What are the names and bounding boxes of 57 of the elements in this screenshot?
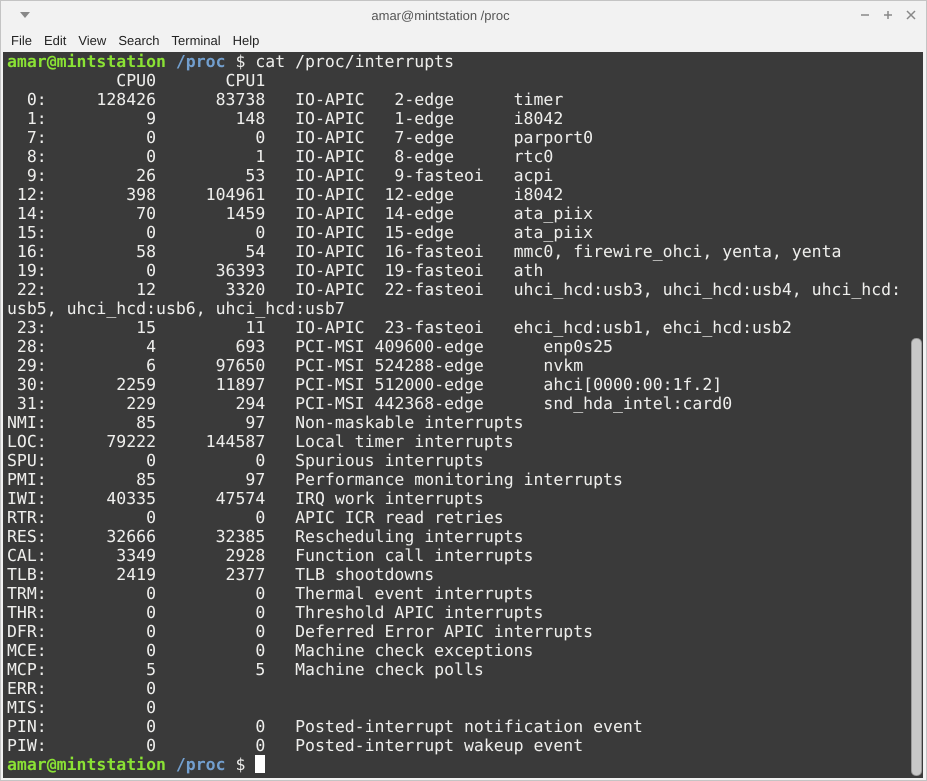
menu-item[interactable]: Search xyxy=(112,31,166,50)
output-line: 7: 0 0 IO-APIC 7-edge parport0 xyxy=(26,128,594,147)
output-line: 22: 12 3320 IO-APIC 22-fasteoi uhci_hcd:usb3, uhci_hcd:usb4, uhci_hcd: xyxy=(16,280,902,299)
menu-item[interactable]: Help xyxy=(226,31,266,50)
output-line: LOC: 79222 144587 Local timer interrupts xyxy=(7,432,514,451)
command-text: cat /proc/interrupts xyxy=(255,52,454,71)
menu-item[interactable]: File xyxy=(5,31,38,50)
prompt-user: amar@mintstation xyxy=(7,755,166,774)
plus-icon xyxy=(883,10,893,20)
output-line: 15: 0 0 IO-APIC 15-edge ata_piix xyxy=(16,223,594,242)
close-button[interactable] xyxy=(904,8,918,22)
output-line: TLB: 2419 2377 TLB shootdowns xyxy=(7,565,434,584)
output-line: 29: 6 97650 PCI-MSI 524288-edge nvkm xyxy=(16,356,584,375)
output-line: 14: 70 1459 IO-APIC 14-edge ata_piix xyxy=(16,204,594,223)
output-line: 23: 15 11 IO-APIC 23-fasteoi ehci_hcd:usb1, ehci_hcd:usb2 xyxy=(16,318,792,337)
output-line: THR: 0 0 Threshold APIC interrupts xyxy=(7,603,544,622)
menu-item[interactable]: View xyxy=(72,31,112,50)
prompt-path: /proc xyxy=(176,52,226,71)
output-line: CAL: 3349 2928 Function call interrupts xyxy=(7,546,534,565)
output-line: MIS: 0 xyxy=(7,698,156,717)
output-line: CPU0 CPU1 xyxy=(115,71,266,90)
prompt-symbol: $ xyxy=(235,52,246,71)
output-line: PIN: 0 0 Posted-interrupt notification event xyxy=(7,717,643,736)
output-line: PMI: 85 97 Performance monitoring interrupts xyxy=(7,470,623,489)
prompt-user: amar@mintstation xyxy=(7,52,166,71)
output-line: SPU: 0 0 Spurious interrupts xyxy=(7,451,484,470)
output-line: 9: 26 53 IO-APIC 9-fasteoi acpi xyxy=(26,166,554,185)
caret-icon xyxy=(19,11,31,19)
output-line: IWI: 40335 47574 IRQ work interrupts xyxy=(7,489,484,508)
output-line: 1: 9 148 IO-APIC 1-edge i8042 xyxy=(26,109,564,128)
output-line: ERR: 0 xyxy=(7,679,156,698)
output-line: RTR: 0 0 APIC ICR read retries xyxy=(7,508,504,527)
output-line: 28: 4 693 PCI-MSI 409600-edge enp0s25 xyxy=(16,337,613,356)
scrollbar-thumb[interactable] xyxy=(911,338,922,776)
menu-item[interactable]: Edit xyxy=(38,31,72,50)
output-line: usb5, uhci_hcd:usb6, uhci_hcd:usb7 xyxy=(7,299,345,318)
output-line: 12: 398 104961 IO-APIC 12-edge i8042 xyxy=(16,185,564,204)
output-line: TRM: 0 0 Thermal event interrupts xyxy=(7,584,534,603)
menu-item[interactable]: Terminal xyxy=(166,31,227,50)
window-title: amar@mintstation /proc xyxy=(370,8,511,22)
output-line: RES: 32666 32385 Rescheduling interrupts xyxy=(7,527,524,546)
close-icon xyxy=(906,10,916,20)
text-cursor xyxy=(255,755,266,773)
output-line: DFR: 0 0 Deferred Error APIC interrupts xyxy=(7,622,594,641)
output-line: 30: 2259 11897 PCI-MSI 512000-edge ahci[0000:00:1f.2] xyxy=(16,375,722,394)
output-line: 16: 58 54 IO-APIC 16-fasteoi mmc0, firewire_ohci, yenta, yenta xyxy=(16,242,842,261)
prompt-path: /proc xyxy=(176,755,226,774)
output-line: 31: 229 294 PCI-MSI 442368-edge snd_hda_intel:card0 xyxy=(16,394,732,413)
output-line: 19: 0 36393 IO-APIC 19-fasteoi ath xyxy=(16,261,544,280)
maximize-button[interactable] xyxy=(881,8,895,22)
output-line: MCE: 0 0 Machine check exceptions xyxy=(7,641,534,660)
output-line: PIW: 0 0 Posted-interrupt wakeup event xyxy=(7,736,584,755)
prompt-symbol: $ xyxy=(235,755,246,774)
output-line: NMI: 85 97 Non-maskable interrupts xyxy=(7,413,524,432)
output-line: 0: 128426 83738 IO-APIC 2-edge timer xyxy=(26,90,564,109)
output-line: MCP: 5 5 Machine check polls xyxy=(7,660,484,679)
output-line: 8: 0 1 IO-APIC 8-edge rtc0 xyxy=(26,147,554,166)
